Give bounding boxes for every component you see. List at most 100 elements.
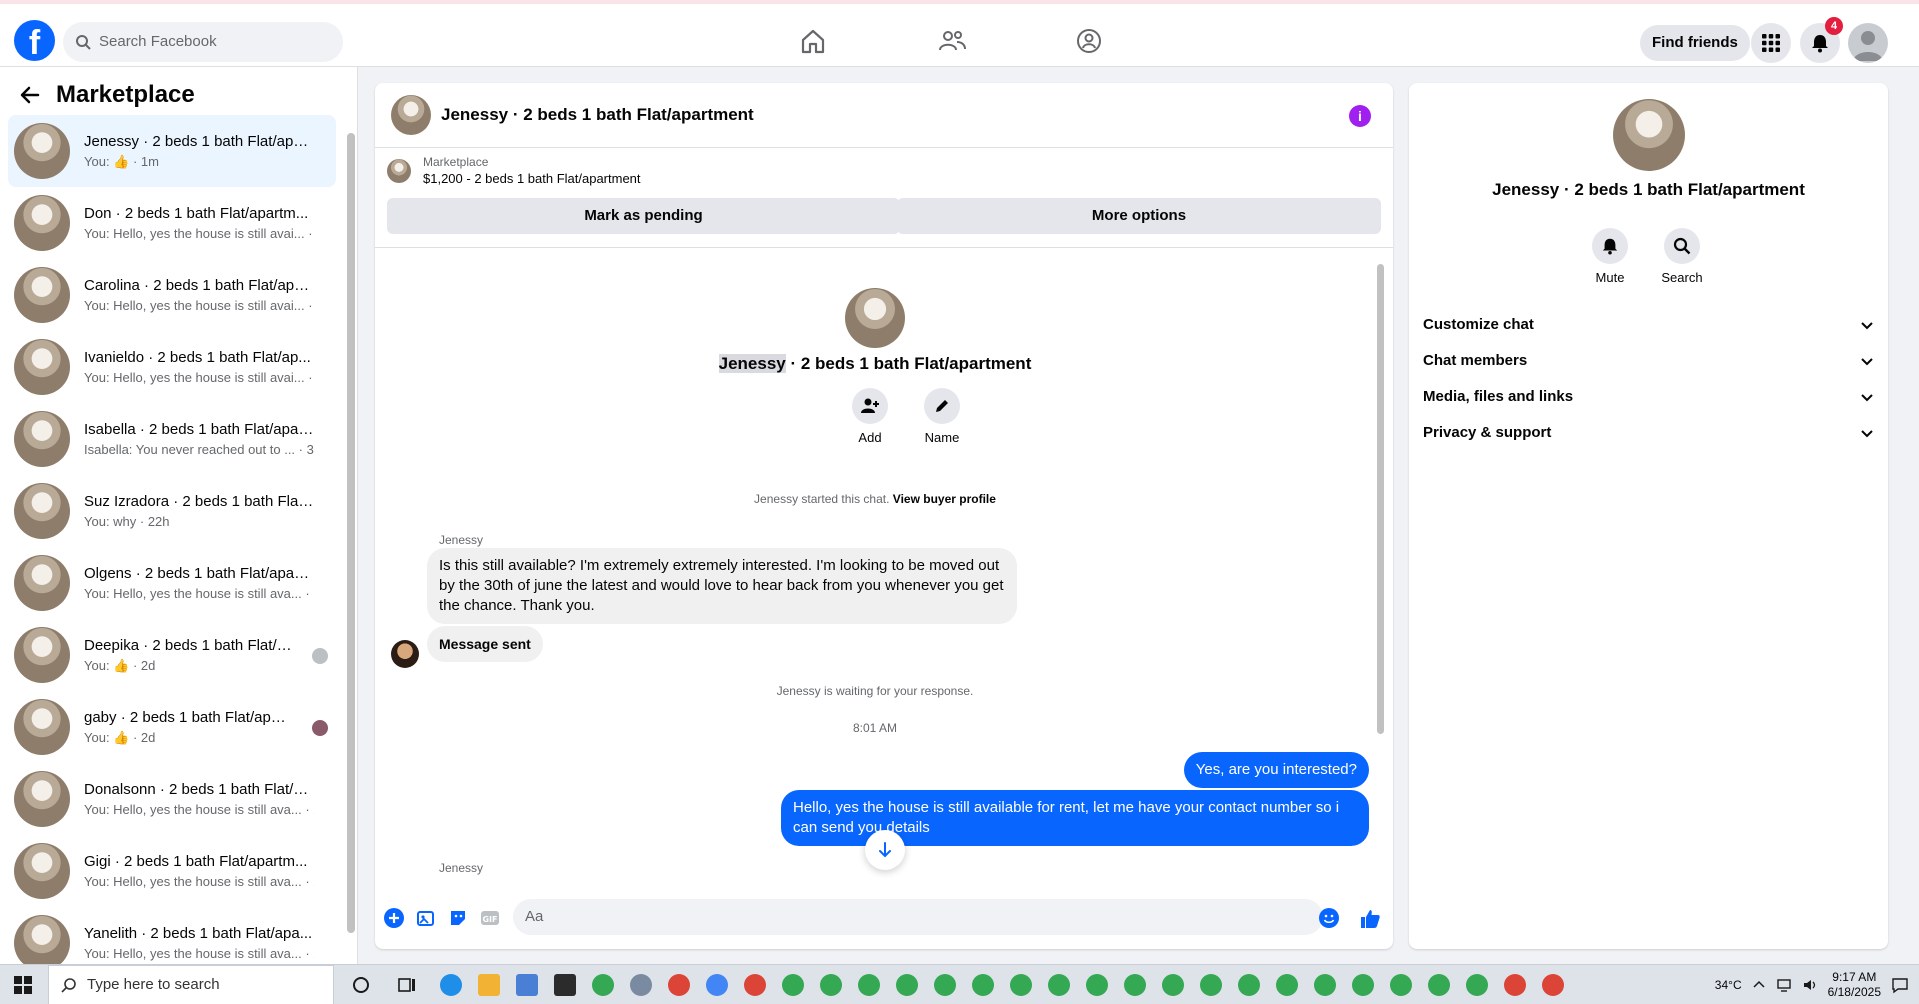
conversation-preview: You: Hello, yes the house is still avai.…	[84, 226, 314, 241]
chrome-icon[interactable]	[934, 974, 956, 996]
thread-scrollbar[interactable]	[1377, 264, 1384, 734]
chrome-icon[interactable]	[1504, 974, 1526, 996]
volume-icon[interactable]	[1802, 977, 1818, 993]
mute-button[interactable]: Mute	[1580, 228, 1640, 285]
menu-grid-button[interactable]	[1751, 23, 1791, 63]
conversation-name: Carolina · 2 beds 1 bath Flat/apa...	[84, 277, 314, 294]
conversation-item[interactable]: Carolina · 2 beds 1 bath Flat/apa... You:…	[8, 259, 336, 331]
conversation-item[interactable]: Olgens · 2 beds 1 bath Flat/apart... You:…	[8, 547, 336, 619]
edge-icon[interactable]	[440, 974, 462, 996]
chrome-icon[interactable]	[1542, 974, 1564, 996]
message-input[interactable]: Aa	[513, 899, 1323, 935]
conversation-item[interactable]: Isabella · 2 beds 1 bath Flat/apar... Isa…	[8, 403, 336, 475]
photo-icon[interactable]	[415, 907, 437, 929]
search-in-conversation-button[interactable]: Search	[1652, 228, 1712, 285]
plus-icon[interactable]	[383, 907, 405, 929]
profile-avatar[interactable]	[1848, 23, 1888, 63]
chrome-icon[interactable]	[1162, 974, 1184, 996]
find-friends-button[interactable]: Find friends	[1640, 25, 1750, 61]
emoji-icon[interactable]	[1318, 907, 1340, 929]
groups-icon[interactable]	[1074, 26, 1104, 56]
file-explorer-icon[interactable]	[478, 974, 500, 996]
mail-icon[interactable]	[554, 974, 576, 996]
windows-start-icon[interactable]	[14, 976, 32, 994]
thumbs-up-icon[interactable]	[1358, 907, 1382, 931]
chrome-icon[interactable]	[1124, 974, 1146, 996]
chrome-icon[interactable]	[706, 974, 728, 996]
chrome-icon[interactable]	[1200, 974, 1222, 996]
chrome-icon[interactable]	[972, 974, 994, 996]
conversation-item[interactable]: gaby · 2 beds 1 bath Flat/apar... You: 👍 …	[8, 691, 336, 763]
chat-details-panel: Jenessy · 2 beds 1 bath Flat/apartment M…	[1409, 83, 1888, 949]
conversation-item[interactable]: Donalsonn · 2 beds 1 bath Flat/a... You: …	[8, 763, 336, 835]
conversation-item[interactable]: Gigi · 2 beds 1 bath Flat/apartm... You: …	[8, 835, 336, 907]
notifications-button[interactable]: 4	[1800, 17, 1843, 63]
info-icon[interactable]: i	[1349, 105, 1371, 127]
windows-taskbar: Type here to search 34°C 9:17 AM 6/18/20…	[0, 964, 1919, 1004]
chrome-icon[interactable]	[1428, 974, 1450, 996]
taskbar-clock[interactable]: 9:17 AM 6/18/2025	[1828, 970, 1881, 1000]
conversation-preview: You: Hello, yes the house is still ava..…	[84, 802, 314, 817]
listing-thumbnail	[14, 843, 70, 899]
chrome-icon[interactable]	[1048, 974, 1070, 996]
back-arrow-icon[interactable]	[20, 85, 40, 105]
conversation-item[interactable]: Ivanieldo · 2 beds 1 bath Flat/ap... You:…	[8, 331, 336, 403]
media-files-links-section[interactable]: Media, files and links	[1423, 388, 1874, 412]
notification-center-icon[interactable]	[1891, 976, 1909, 994]
chrome-icon[interactable]	[1010, 974, 1032, 996]
conversation-item[interactable]: Jenessy · 2 beds 1 bath Flat/apar... You:…	[8, 115, 336, 187]
chrome-icon[interactable]	[668, 974, 690, 996]
app-icon[interactable]	[630, 974, 652, 996]
sticker-icon[interactable]	[447, 907, 469, 929]
customize-chat-section[interactable]: Customize chat	[1423, 316, 1874, 340]
conversation-item[interactable]: Suz Izradora · 2 beds 1 bath Flat... You:…	[8, 475, 336, 547]
highlighted-name: Jenessy	[718, 354, 786, 373]
conversation-item[interactable]: Deepika · 2 beds 1 bath Flat/a... You: 👍 …	[8, 619, 336, 691]
friends-icon[interactable]	[937, 26, 967, 56]
more-options-button[interactable]: More options	[897, 198, 1381, 234]
search-facebook-input[interactable]: Search Facebook	[63, 22, 343, 62]
chrome-icon[interactable]	[1276, 974, 1298, 996]
chrome-icon[interactable]	[1390, 974, 1412, 996]
chrome-profile-icon[interactable]	[592, 974, 614, 996]
home-icon[interactable]	[798, 26, 828, 56]
chrome-icon[interactable]	[782, 974, 804, 996]
chrome-icon[interactable]	[1352, 974, 1374, 996]
add-people-button[interactable]: Add	[840, 388, 900, 445]
weather-temperature[interactable]: 34°C	[1715, 978, 1742, 992]
chat-title[interactable]: Jenessy · 2 beds 1 bath Flat/apartment	[441, 105, 754, 125]
gif-icon[interactable]: GIF	[479, 907, 501, 929]
search-icon	[61, 978, 76, 993]
chrome-icon[interactable]	[1314, 974, 1336, 996]
chrome-icon[interactable]	[1466, 974, 1488, 996]
chat-members-section[interactable]: Chat members	[1423, 352, 1874, 376]
listing-summary[interactable]: Marketplace $1,200 - 2 beds 1 bath Flat/…	[387, 155, 641, 186]
chrome-icon[interactable]	[1238, 974, 1260, 996]
conversation-preview: You: Hello, yes the house is still ava..…	[84, 946, 314, 961]
sidebar-scrollbar[interactable]	[347, 133, 355, 933]
store-icon[interactable]	[516, 974, 538, 996]
chat-avatar[interactable]	[391, 95, 431, 135]
chrome-icon[interactable]	[1086, 974, 1108, 996]
outgoing-message[interactable]: Yes, are you interested?	[1183, 752, 1369, 788]
privacy-support-section[interactable]: Privacy & support	[1423, 424, 1874, 448]
incoming-message[interactable]: Is this still available? I'm extremely e…	[427, 548, 1017, 624]
facebook-logo[interactable]: f	[14, 20, 55, 61]
incoming-message[interactable]: Message sent	[427, 626, 543, 662]
conversation-item[interactable]: Don · 2 beds 1 bath Flat/apartm... You: H…	[8, 187, 336, 259]
chevron-up-icon[interactable]	[1752, 978, 1766, 992]
taskbar-search-input[interactable]: Type here to search	[48, 965, 334, 1004]
view-buyer-profile-link[interactable]: View buyer profile	[893, 492, 996, 506]
task-view-icon[interactable]	[396, 974, 418, 996]
chrome-icon[interactable]	[820, 974, 842, 996]
listing-thumbnail	[387, 158, 411, 183]
grid-icon	[1762, 34, 1780, 52]
scroll-to-bottom-button[interactable]	[865, 830, 905, 870]
chrome-icon[interactable]	[896, 974, 918, 996]
edit-name-button[interactable]: Name	[912, 388, 972, 445]
network-icon[interactable]	[1776, 977, 1792, 993]
mark-as-pending-button[interactable]: Mark as pending	[387, 198, 900, 234]
chrome-icon[interactable]	[858, 974, 880, 996]
cortana-icon[interactable]	[350, 974, 372, 996]
chrome-icon[interactable]	[744, 974, 766, 996]
